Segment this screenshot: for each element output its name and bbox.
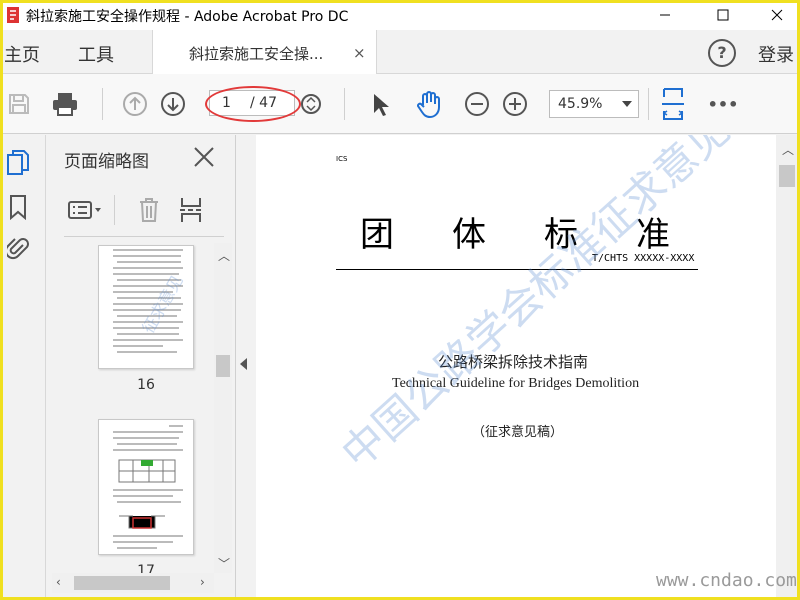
tools-menu[interactable]: 工具 [78, 41, 114, 67]
help-icon[interactable]: ? [708, 39, 736, 67]
zoom-in-icon[interactable] [500, 88, 530, 120]
more-tools-button[interactable]: ••• [708, 88, 739, 120]
next-page-icon[interactable] [158, 88, 188, 120]
scroll-up-icon[interactable]: ︿ [782, 141, 794, 158]
select-arrow-icon[interactable] [364, 88, 394, 120]
document-tab[interactable]: 斜拉索施工安全操... × [152, 30, 377, 74]
scroll-right-icon[interactable]: › [200, 575, 205, 589]
minimize-button[interactable] [642, 0, 688, 30]
thumbnail-panel: 页面缩略图 征求意见 16 17 ︿ ﹀ ‹ › [46, 135, 236, 600]
ics-label: ICS [336, 155, 348, 163]
hand-tool-icon[interactable] [412, 88, 446, 120]
highlight-ellipse [205, 86, 301, 122]
heading-char: 体 [452, 215, 486, 255]
navigation-rail [0, 135, 46, 600]
print-icon[interactable] [48, 88, 82, 120]
scrollbar-thumb[interactable] [74, 576, 170, 590]
scrollbar-thumb[interactable] [779, 165, 795, 187]
toolbar-separator [648, 88, 649, 120]
toolbar-separator [102, 88, 103, 120]
toolbar: 1 / 47 45.9% ••• [0, 74, 800, 134]
thumbnail-page-number: 16 [137, 377, 155, 393]
close-panel-icon[interactable] [192, 145, 216, 169]
thumbnail-page-number: 17 [137, 563, 155, 573]
menu-bar: 主页 工具 斜拉索施工安全操... × ? 登录 [0, 30, 800, 74]
save-icon[interactable] [4, 88, 34, 120]
window-title: 斜拉索施工安全操作规程 - Adobe Acrobat Pro DC [26, 9, 349, 25]
zoom-out-icon[interactable] [462, 88, 492, 120]
panel-separator [114, 195, 115, 225]
scrollbar-thumb[interactable] [216, 355, 230, 377]
previous-page-icon[interactable] [120, 88, 150, 120]
scroll-left-icon[interactable]: ‹ [56, 575, 61, 589]
page-thumbnails-icon[interactable] [5, 149, 31, 177]
thumbnail-horizontal-scrollbar[interactable]: ‹ › [52, 573, 214, 593]
thumbnail-list[interactable]: 征求意见 16 17 [46, 243, 236, 573]
home-menu[interactable]: 主页 [4, 41, 40, 67]
delete-page-icon[interactable] [134, 195, 164, 225]
title-bar: 斜拉索施工安全操作规程 - Adobe Acrobat Pro DC [0, 0, 800, 30]
page-thumbnail[interactable] [98, 419, 194, 555]
document-view[interactable]: ICS 团 体 标 准 T/CHTS XXXXX-XXXX 公路桥梁拆除技术指南… [256, 135, 776, 600]
document-tab-label: 斜拉索施工安全操... [189, 45, 324, 63]
collapse-panel-icon[interactable] [240, 358, 247, 370]
panel-toolbar [64, 187, 224, 237]
fit-page-icon[interactable] [658, 88, 688, 120]
scroll-up-icon[interactable]: ︿ [218, 247, 230, 264]
login-button[interactable]: 登录 [758, 41, 794, 67]
close-tab-button[interactable]: × [353, 44, 366, 62]
insert-page-icon[interactable] [176, 195, 206, 225]
maximize-button[interactable] [700, 0, 746, 30]
page-stepper-icon[interactable] [298, 88, 324, 120]
panel-title: 页面缩略图 [64, 152, 149, 172]
close-window-button[interactable] [754, 0, 800, 30]
chevron-down-icon [622, 101, 632, 107]
heading-char: 团 [360, 215, 394, 255]
bookmark-icon[interactable] [5, 193, 31, 221]
attachment-icon[interactable] [5, 235, 31, 263]
zoom-value: 45.9% [558, 96, 603, 112]
thumbnail-vertical-scrollbar[interactable]: ︿ ﹀ [214, 243, 232, 573]
app-icon [6, 6, 22, 24]
toolbar-separator [344, 88, 345, 120]
site-watermark: www.cndao.com [656, 570, 797, 591]
scroll-down-icon[interactable]: ﹀ [218, 555, 230, 572]
thumbnail-options-icon[interactable] [66, 195, 104, 225]
zoom-level-select[interactable]: 45.9% [549, 90, 639, 118]
document-scrollbar[interactable]: ︿ [776, 135, 798, 600]
page-thumbnail[interactable]: 征求意见 [98, 245, 194, 369]
draft-label: （征求意见稿） [472, 425, 564, 440]
